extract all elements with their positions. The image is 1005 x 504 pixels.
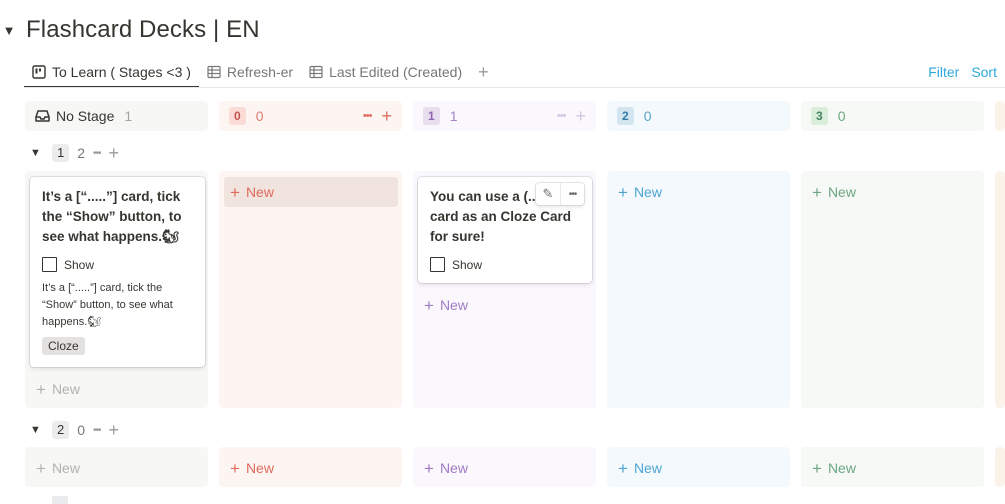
stage-pill: 1 — [423, 107, 440, 125]
more-icon[interactable]: ••• — [557, 110, 567, 122]
column-header-stage-next — [995, 101, 1005, 131]
stage-pill: 0 — [229, 107, 246, 125]
tab-refresh-er[interactable]: Refresh-er — [199, 56, 301, 88]
inbox-icon — [35, 110, 50, 122]
new-card-button[interactable]: + New — [806, 177, 976, 207]
view-tabs: To Learn ( Stages <3 ) Refresh-er Last E… — [24, 56, 1005, 88]
collapse-toggle-icon[interactable]: ▼ — [30, 424, 44, 436]
tab-last-edited[interactable]: Last Edited (Created) — [301, 56, 470, 88]
tabs-divider — [24, 87, 1005, 88]
group-count: 0 — [77, 422, 86, 438]
view-toolbar: Filter Sort — [928, 56, 997, 88]
new-card-button[interactable]: + New — [806, 453, 976, 483]
new-card-button[interactable]: + New — [30, 453, 200, 483]
new-label: New — [633, 184, 662, 200]
new-label: New — [439, 460, 468, 476]
new-label: New — [51, 381, 80, 397]
new-card-button[interactable]: + New — [612, 177, 782, 207]
column-label: No Stage — [56, 108, 115, 124]
plus-icon: + — [618, 182, 628, 202]
new-label: New — [51, 460, 80, 476]
plus-icon: + — [424, 458, 434, 478]
checkbox-label: Show — [452, 257, 483, 272]
checkbox-label: Show — [64, 257, 95, 272]
page-header: ▼ Flashcard Decks | EN — [0, 12, 260, 48]
column-count: 1 — [124, 108, 133, 124]
card-tag: Cloze — [42, 337, 85, 355]
more-icon[interactable]: ••• — [363, 110, 373, 122]
new-label: New — [245, 460, 274, 476]
new-label: New — [633, 460, 662, 476]
stage-pill: 3 — [811, 107, 828, 125]
new-card-button[interactable]: + New — [418, 453, 588, 483]
plus-icon: + — [36, 379, 46, 399]
sort-button[interactable]: Sort — [971, 64, 997, 80]
filter-button[interactable]: Filter — [928, 64, 959, 80]
tab-label: To Learn ( Stages <3 ) — [52, 64, 191, 80]
add-icon[interactable]: + — [109, 420, 120, 441]
new-label: New — [439, 297, 468, 313]
plus-icon: + — [36, 458, 46, 478]
column-header-no-stage[interactable]: No Stage 1 — [25, 101, 208, 131]
collapse-toggle-icon[interactable]: ▼ — [30, 147, 44, 159]
card-toolbar: ✎ ••• — [536, 183, 584, 205]
group-header-2: ▼ 2 0 ••• + — [30, 418, 119, 442]
page-title: Flashcard Decks | EN — [26, 16, 260, 43]
new-card-button[interactable]: + New — [224, 177, 398, 207]
plus-icon: + — [230, 182, 240, 202]
add-icon[interactable]: + — [109, 143, 120, 164]
group-header-1: ▼ 1 2 ••• + — [30, 141, 119, 165]
new-label: New — [827, 460, 856, 476]
new-card-button[interactable]: + New — [418, 290, 588, 320]
add-icon[interactable]: + — [575, 106, 586, 127]
plus-icon: + — [424, 295, 434, 315]
card-answer-text: It’s a [“.....”] card, tick the “Show” b… — [42, 282, 173, 328]
more-icon[interactable]: ••• — [560, 183, 584, 205]
column-count: 0 — [643, 108, 652, 124]
column-header-stage-1[interactable]: 1 1 ••• + — [413, 101, 596, 131]
table-icon — [207, 65, 221, 79]
new-card-button[interactable]: + New — [224, 453, 394, 483]
new-label: New — [245, 184, 274, 200]
flashcard[interactable]: You can use a (.....) card as an Cloze C… — [418, 177, 592, 283]
table-icon — [309, 65, 323, 79]
column-count: 1 — [449, 108, 458, 124]
column-header-stage-3[interactable]: 3 0 — [801, 101, 984, 131]
pencil-icon[interactable]: ✎ — [536, 183, 560, 205]
plus-icon: + — [618, 458, 628, 478]
tab-to-learn[interactable]: To Learn ( Stages <3 ) — [24, 56, 199, 88]
plus-icon: + — [812, 458, 822, 478]
column-body-stage-next — [995, 171, 1005, 408]
group-pill — [52, 496, 68, 504]
plus-icon: + — [230, 458, 240, 478]
more-icon[interactable]: ••• — [93, 148, 101, 159]
group-pill: 1 — [52, 144, 70, 162]
column-count: 0 — [255, 108, 264, 124]
group-pill: 2 — [52, 421, 70, 439]
show-checkbox[interactable] — [42, 257, 57, 272]
stage-pill: 2 — [617, 107, 634, 125]
column-header-stage-0[interactable]: 0 0 ••• + — [219, 101, 402, 131]
new-label: New — [827, 184, 856, 200]
column-count: 0 — [837, 108, 846, 124]
group-count: 2 — [77, 145, 86, 161]
board-icon — [32, 65, 46, 79]
column-body-stage-next — [995, 447, 1005, 487]
more-icon[interactable]: ••• — [93, 425, 101, 436]
tab-label: Refresh-er — [226, 64, 294, 80]
add-icon[interactable]: + — [381, 106, 392, 127]
collapse-toggle-icon[interactable]: ▼ — [0, 23, 18, 38]
add-view-button[interactable]: + — [470, 62, 497, 83]
group-header-next — [30, 496, 68, 504]
show-checkbox[interactable] — [430, 257, 445, 272]
new-card-button[interactable]: + New — [30, 374, 200, 404]
card-title: It’s a [“.....”] card, tick the “Show” b… — [42, 189, 182, 244]
new-card-button[interactable]: + New — [612, 453, 782, 483]
column-header-stage-2[interactable]: 2 0 — [607, 101, 790, 131]
tab-label: Last Edited (Created) — [329, 64, 463, 80]
plus-icon: + — [812, 182, 822, 202]
flashcard[interactable]: It’s a [“.....”] card, tick the “Show” b… — [30, 177, 205, 367]
